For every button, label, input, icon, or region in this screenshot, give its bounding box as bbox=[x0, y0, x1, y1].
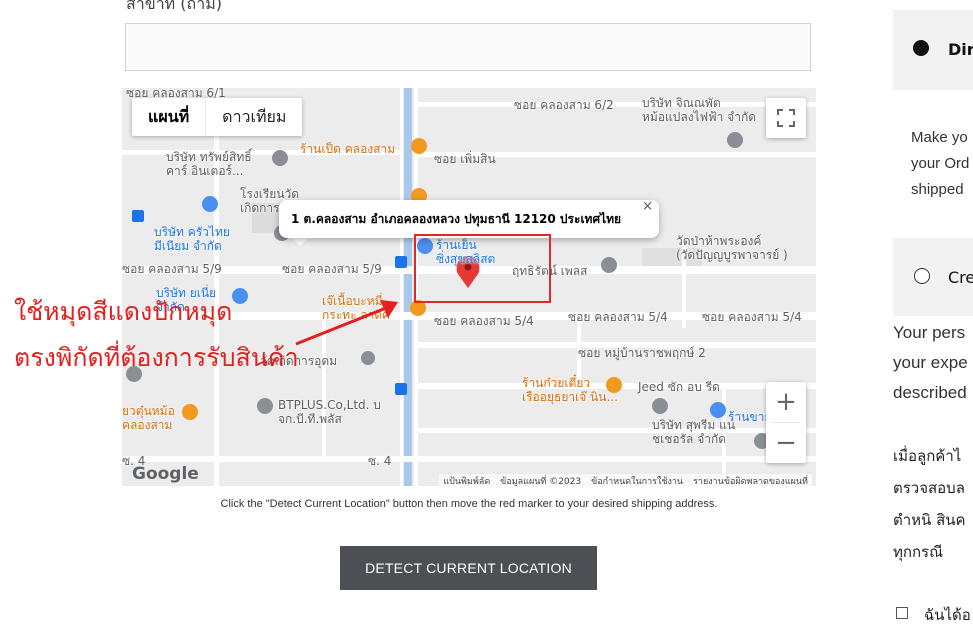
zoom-in-button[interactable]: + bbox=[766, 382, 806, 422]
detect-location-button[interactable]: DETECT CURRENT LOCATION bbox=[340, 546, 597, 590]
map-label: ซอย คลองสาม 5/4 bbox=[702, 310, 802, 324]
payment-option-title: Dir bbox=[948, 40, 973, 59]
radio-selected-icon[interactable] bbox=[913, 40, 929, 56]
map-type-control: แผนที่ ดาวเทียม bbox=[132, 98, 303, 136]
map-label: วัดป่าห้าพระองค์ (วัดปัญญบูรพาจารย์ ) bbox=[676, 234, 788, 262]
report-error-link[interactable]: รายงานข้อผิดพลาดของแผนที่ bbox=[693, 474, 808, 486]
annotation-arrow-icon bbox=[295, 300, 398, 346]
terms-link[interactable]: ข้อกำหนดในการใช้งาน bbox=[591, 474, 683, 486]
popup-address: 1 ต.คลองสาม อำเภอคลองหลวง ปทุมธานี 12120… bbox=[291, 212, 622, 226]
map-instruction: Click the "Detect Current Location" butt… bbox=[220, 498, 718, 510]
popup-close-button[interactable]: × bbox=[642, 188, 653, 226]
agree-checkbox[interactable] bbox=[896, 607, 908, 619]
privacy-line: your expe bbox=[893, 353, 968, 372]
map-widget[interactable]: ซอย คลองสาม 6/1 ซอย คลองสาม 6/2 บริษัท จ… bbox=[122, 88, 816, 486]
privacy-line: Your pers bbox=[893, 323, 966, 342]
map-label: ร้านเป็ด คลองสาม bbox=[300, 142, 396, 156]
map-label: ซอย หมู่บ้านราชพฤกษ์ 2 bbox=[578, 346, 706, 360]
map-label: บริษัท ครัวไทย มีเนียม จำกัด bbox=[154, 225, 230, 253]
map-label: บริษัท ทรัพย์สิทธิ์ คาร์ อินเตอร์... bbox=[166, 150, 252, 178]
map-label: ซอย คลองสาม 5/9 bbox=[122, 262, 222, 276]
map-label: บริษัท สุพรีม แน ชเชอรัล จำกัด bbox=[652, 418, 736, 446]
payment-desc-line: Make yo bbox=[911, 129, 968, 146]
map-label: ซอย คลองสาม 5/4 bbox=[568, 310, 668, 324]
map-label: ซอย เพิ่มสิน bbox=[434, 152, 496, 166]
payment-option-title: Cre bbox=[948, 268, 973, 287]
notice-line: ตรวจสอบล bbox=[893, 479, 965, 497]
keyboard-shortcuts-link[interactable]: แป้นพิมพ์ลัด bbox=[443, 474, 490, 486]
map-label: ร้านก๋วยเตี๋ยว เรืออยุธยาเจ๊ นิน... bbox=[522, 376, 618, 404]
notice-line: ทุกกรณี bbox=[893, 543, 944, 561]
annotation-line-1: ใช้หมุดสีแดงปักหมุด bbox=[14, 297, 233, 326]
field-label: สาขาที่ (ถ้ามี) bbox=[126, 0, 223, 13]
map-label: ซ. 4 bbox=[368, 454, 392, 468]
zoom-control: + − bbox=[766, 382, 806, 463]
payment-option-direct[interactable]: Dir bbox=[893, 10, 973, 90]
map-data-text: ข้อมูลแผนที่ ©2023 bbox=[500, 477, 582, 486]
payment-desc-line: shipped bbox=[911, 181, 964, 198]
map-label: ซอย คลองสาม 5/9 bbox=[282, 262, 382, 276]
map-label: ซอย คลองสาม 6/2 bbox=[514, 98, 614, 112]
zoom-out-button[interactable]: − bbox=[766, 423, 806, 463]
map-type-satellite-button[interactable]: ดาวเทียม bbox=[206, 98, 302, 136]
map-label: ยวตุ๋นหม้อ คลองสาม bbox=[122, 404, 175, 432]
branch-input[interactable] bbox=[125, 23, 811, 71]
map-label: บริษัท จิณณพัต หม้อแปลงไฟฟ้า จำกัด bbox=[642, 96, 756, 124]
privacy-line: described bbox=[893, 383, 967, 402]
map-label: Jeed ซัก อบ รีด bbox=[638, 380, 720, 394]
payment-desc-line: your Ord bbox=[911, 155, 970, 172]
map-label: ซอย คลองสาม 5/4 bbox=[434, 314, 534, 328]
address-popup: 1 ต.คลองสาม อำเภอคลองหลวง ปทุมธานี 12120… bbox=[279, 199, 659, 238]
notice-line: เมื่อลูกค้าไ bbox=[893, 447, 962, 465]
marker-highlight-box bbox=[414, 234, 551, 303]
fullscreen-icon bbox=[777, 109, 795, 127]
notice-line: ตำหนิ สินค bbox=[893, 511, 966, 529]
radio-unselected-icon[interactable] bbox=[914, 268, 930, 284]
map-type-map-button[interactable]: แผนที่ bbox=[132, 98, 207, 136]
fullscreen-button[interactable] bbox=[766, 98, 806, 138]
annotation-line-2: ตรงพิกัดที่ต้องการรับสินค้า bbox=[14, 343, 299, 372]
map-footer: แป้นพิมพ์ลัด ข้อมูลแผนที่ ©2023 ข้อกำหนด… bbox=[439, 474, 812, 486]
payment-option-credit[interactable]: Cre bbox=[893, 238, 973, 316]
popup-tail bbox=[292, 238, 308, 246]
agree-label: ฉันได้อ bbox=[924, 606, 971, 624]
map-label: BTPLUS.Co,Ltd. บ จก.บี.ที.พลัส bbox=[278, 398, 381, 426]
google-logo: Google bbox=[132, 464, 199, 484]
